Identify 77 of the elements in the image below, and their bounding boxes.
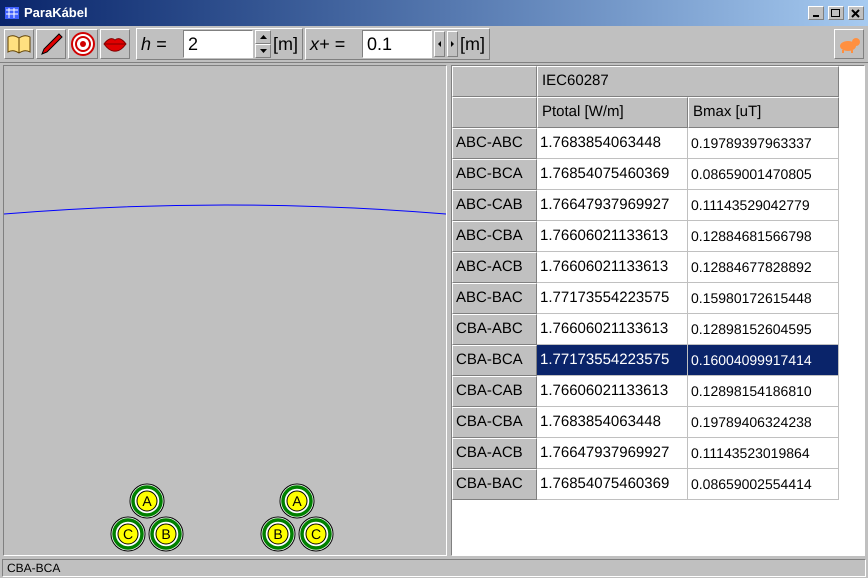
row-header[interactable]: CBA-CBA (452, 407, 537, 438)
row-header[interactable]: ABC-BCA (452, 159, 537, 190)
row-header[interactable]: CBA-CAB (452, 376, 537, 407)
table-cell: 0.11143529042779 (688, 190, 839, 221)
spin-right-button[interactable] (447, 31, 458, 57)
x-input-field[interactable]: 0.1 (362, 30, 432, 58)
unit-label: [m] (460, 32, 485, 56)
left-arrow-icon (438, 41, 441, 47)
pencil-icon (39, 32, 63, 56)
table-cell: 0.12884681566798 (688, 221, 839, 252)
table-cell: 1.76647937969927 (537, 438, 688, 469)
pig-button[interactable] (834, 29, 864, 59)
spin-up-button[interactable] (255, 30, 271, 44)
target-button[interactable] (68, 29, 98, 59)
cable-icon: A (280, 484, 314, 518)
window-title: ParaKábel (24, 4, 89, 22)
table-cell: 0.08659002554414 (688, 469, 839, 500)
cable-icon: B (148, 516, 184, 552)
row-header[interactable]: CBA-ACB (452, 438, 537, 469)
table-cell: 0.12898154186810 (688, 376, 839, 407)
cable-icon: A (130, 484, 164, 518)
table-cell: 1.7683854063448 (537, 128, 688, 159)
row-header[interactable]: ABC-ABC (452, 128, 537, 159)
table-cell: 1.76606021133613 (537, 376, 688, 407)
table-cell: 0.12898152604595 (688, 314, 839, 345)
unit-label: [m] (273, 32, 298, 56)
table-cell: 1.76606021133613 (537, 221, 688, 252)
table-cell: 1.76854075460369 (537, 469, 688, 500)
lips-button[interactable] (100, 29, 130, 59)
table-cell: 1.76647937969927 (537, 190, 688, 221)
spin-left-button[interactable] (434, 31, 445, 57)
h-label: h = (141, 32, 168, 56)
column-header[interactable]: Ptotal [W/m] (537, 97, 688, 128)
table-cell: 1.76606021133613 (537, 252, 688, 283)
table-cell: 0.08659001470805 (688, 159, 839, 190)
minimize-icon (813, 15, 819, 17)
pencil-button[interactable] (36, 29, 66, 59)
close-button[interactable] (848, 6, 864, 20)
table-cell: 0.19789406324238 (688, 407, 839, 438)
minimize-button[interactable] (808, 6, 824, 20)
book-icon (7, 34, 31, 54)
cable-icon: C (298, 516, 334, 552)
h-input-field[interactable]: 2 (183, 30, 253, 58)
row-header[interactable]: CBA-BCA (452, 345, 537, 376)
row-header[interactable]: ABC-BAC (452, 283, 537, 314)
status-bar: CBA-BCA (2, 559, 866, 577)
table-cell: 0.11143523019864 (688, 438, 839, 469)
x-label: x+ = (310, 32, 346, 56)
maximize-icon (831, 8, 841, 18)
row-header[interactable]: ABC-CAB (452, 190, 537, 221)
right-arrow-icon (451, 41, 454, 47)
up-arrow-icon (260, 35, 266, 39)
down-arrow-icon (260, 49, 266, 53)
table-cell: 1.76854075460369 (537, 159, 688, 190)
table-cell: 1.77173554223575 (537, 283, 688, 314)
row-header[interactable]: CBA-ABC (452, 314, 537, 345)
row-header[interactable]: CBA-BAC (452, 469, 537, 500)
book-button[interactable] (4, 29, 34, 59)
row-header[interactable]: ABC-CBA (452, 221, 537, 252)
spin-down-button[interactable] (255, 44, 271, 58)
table-cell: 1.7683854063448 (537, 407, 688, 438)
cable-icon: B (260, 516, 296, 552)
table-cell: 0.15980172615448 (688, 283, 839, 314)
app-icon (4, 5, 20, 21)
lips-icon (103, 36, 127, 52)
table-cell: 1.77173554223575 (537, 345, 688, 376)
table-cell: 0.19789397963337 (688, 128, 839, 159)
maximize-button[interactable] (828, 6, 844, 20)
target-icon (71, 32, 95, 56)
table-cell: 0.16004099917414 (688, 345, 839, 376)
group-header: IEC60287 (537, 66, 839, 97)
cable-icon: C (110, 516, 146, 552)
row-header[interactable]: ABC-ACB (452, 252, 537, 283)
close-icon (851, 8, 861, 18)
table-cell: 0.12884677828892 (688, 252, 839, 283)
column-header[interactable]: Bmax [uT] (688, 97, 839, 128)
table-cell: 1.76606021133613 (537, 314, 688, 345)
